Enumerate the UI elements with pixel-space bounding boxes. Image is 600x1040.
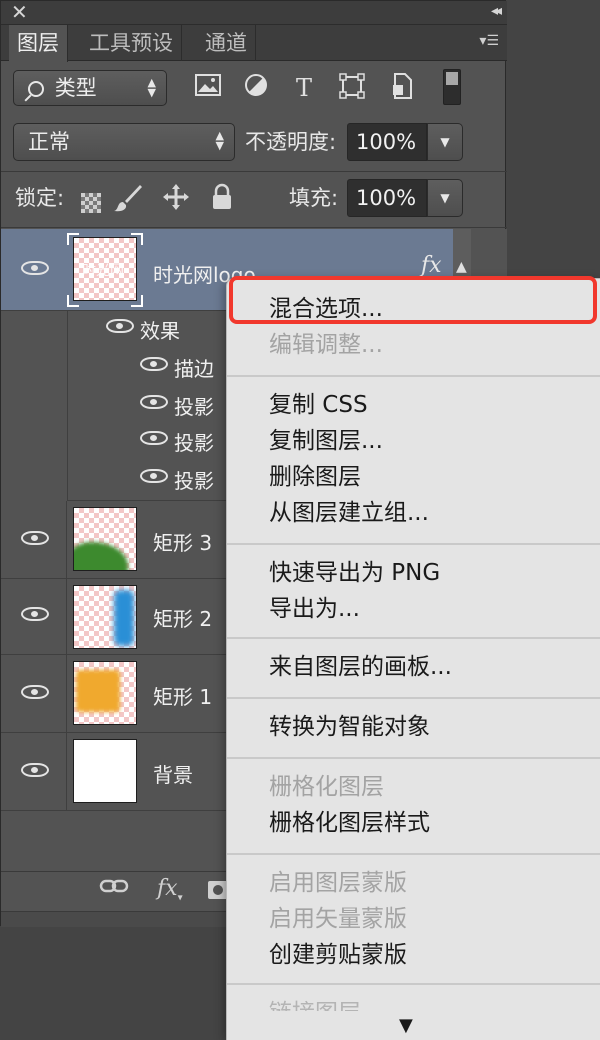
fill-label: 填充: xyxy=(289,186,339,210)
opacity-input[interactable]: 100% xyxy=(347,123,427,161)
menu-item-copy-css[interactable]: 复制 CSS xyxy=(269,389,368,421)
expand-arrow-icon[interactable]: ▲ xyxy=(456,259,467,275)
shape-filter-icon[interactable] xyxy=(337,73,367,103)
effect-item[interactable]: 投影 xyxy=(174,465,214,494)
opacity-label: 不透明度: xyxy=(245,130,337,154)
link-icon[interactable] xyxy=(99,876,129,902)
menu-separator xyxy=(227,853,600,855)
menu-item-partial: 链接图层 xyxy=(269,997,361,1011)
divider xyxy=(1,171,507,172)
layer-name[interactable]: 矩形 1 xyxy=(153,681,212,710)
menu-item-enable-layer-mask: 启用图层蒙版 xyxy=(269,870,407,896)
menu-item-duplicate-layer[interactable]: 复制图层... xyxy=(269,425,383,457)
menu-item-export-as[interactable]: 导出为... xyxy=(269,593,360,625)
tab-channels[interactable]: 通道 xyxy=(197,25,256,61)
menu-item-rasterize-layer: 栅格化图层 xyxy=(269,774,384,800)
collapse-panel-icon[interactable]: ◂◂ xyxy=(491,3,502,19)
effect-item[interactable]: 投影 xyxy=(174,427,214,456)
updown-arrows-icon: ▲ ▼ xyxy=(215,129,224,152)
panel-title-bar: ✕ ◂◂ xyxy=(1,1,507,25)
lock-transparent-pixels-icon[interactable] xyxy=(81,193,101,213)
menu-separator xyxy=(227,697,600,699)
layer-thumbnail xyxy=(73,507,137,571)
layer-name[interactable]: 矩形 2 xyxy=(153,603,212,632)
blend-mode-value: 正常 xyxy=(28,130,70,154)
menu-item-quick-export-png[interactable]: 快速导出为 PNG xyxy=(269,557,440,589)
close-icon[interactable]: ✕ xyxy=(11,1,28,23)
filter-toggle-switch[interactable] xyxy=(443,69,461,105)
adjustment-filter-icon[interactable] xyxy=(241,73,271,103)
effect-item[interactable]: 投影 xyxy=(174,391,214,420)
highlight-box-blending-options xyxy=(229,276,597,324)
divider xyxy=(1,227,507,228)
effects-label: 效果 xyxy=(140,319,180,343)
context-menu: 混合选项... 编辑调整... 复制 CSS 复制图层... 删除图层 从图层建… xyxy=(226,278,600,1040)
layer-thumbnail xyxy=(73,739,137,803)
blend-mode-select[interactable]: 正常 ▲ ▼ xyxy=(13,123,235,161)
layer-indent-strip xyxy=(1,501,67,811)
menu-separator xyxy=(227,637,600,639)
visibility-eye-icon[interactable] xyxy=(140,431,168,445)
visibility-eye-icon[interactable] xyxy=(140,469,168,483)
filter-type-select[interactable]: 类型 ▲ ▼ xyxy=(13,70,167,106)
fill-dropdown-button[interactable]: ▼ xyxy=(427,179,463,217)
selection-bracket xyxy=(67,233,143,307)
menu-item-edit-adjustment: 编辑调整... xyxy=(269,332,383,358)
menu-separator xyxy=(227,757,600,759)
menu-separator xyxy=(227,375,600,377)
visibility-eye-icon[interactable] xyxy=(106,319,134,333)
visibility-eye-icon[interactable] xyxy=(140,357,168,371)
menu-item-group-from-layers[interactable]: 从图层建立组... xyxy=(269,497,429,529)
panel-menu-icon[interactable]: ▾☰ xyxy=(479,33,499,49)
filter-type-label: 类型 xyxy=(54,76,97,100)
smart-object-filter-icon[interactable] xyxy=(387,73,417,103)
layer-name[interactable]: 背景 xyxy=(153,759,193,788)
opacity-dropdown-button[interactable]: ▼ xyxy=(427,123,463,161)
fx-icon[interactable]: fx▾ xyxy=(157,876,183,903)
effect-item[interactable]: 描边 xyxy=(174,353,214,382)
menu-separator xyxy=(227,543,600,545)
menu-item-delete-layer[interactable]: 删除图层 xyxy=(269,461,361,493)
fill-input[interactable]: 100% xyxy=(347,179,427,217)
layer-thumbnail xyxy=(73,661,137,725)
panel-tabs: 图层 工具预设 通道 ▾☰ xyxy=(1,25,507,62)
updown-arrows-icon: ▲ ▼ xyxy=(147,76,156,99)
tab-tool-presets[interactable]: 工具预设 xyxy=(81,25,182,61)
lock-image-pixels-brush-icon[interactable] xyxy=(113,183,143,213)
image-filter-icon[interactable] xyxy=(193,73,223,103)
layer-thumbnail xyxy=(73,585,137,649)
menu-item-artboard-from-layers[interactable]: 来自图层的画板... xyxy=(269,651,452,683)
type-filter-icon[interactable]: T xyxy=(289,73,319,103)
menu-separator xyxy=(227,983,600,985)
fx-icon[interactable]: fx xyxy=(421,253,442,278)
lock-position-move-icon[interactable] xyxy=(161,183,191,213)
scroll-down-arrow-icon[interactable]: ▼ xyxy=(399,1015,413,1036)
menu-item-convert-smart-object[interactable]: 转换为智能对象 xyxy=(269,711,430,743)
menu-item-enable-vector-mask: 启用矢量蒙版 xyxy=(269,906,407,932)
visibility-eye-icon[interactable] xyxy=(140,395,168,409)
layer-name[interactable]: 矩形 3 xyxy=(153,527,212,556)
lock-label: 锁定: xyxy=(15,186,65,210)
visibility-eye-icon[interactable] xyxy=(21,261,49,275)
search-icon xyxy=(28,81,44,97)
lock-all-icon[interactable] xyxy=(207,183,237,213)
tab-layers[interactable]: 图层 xyxy=(9,25,68,62)
menu-item-rasterize-layer-style[interactable]: 栅格化图层样式 xyxy=(269,807,430,839)
menu-item-create-clipping-mask[interactable]: 创建剪贴蒙版 xyxy=(269,939,407,971)
